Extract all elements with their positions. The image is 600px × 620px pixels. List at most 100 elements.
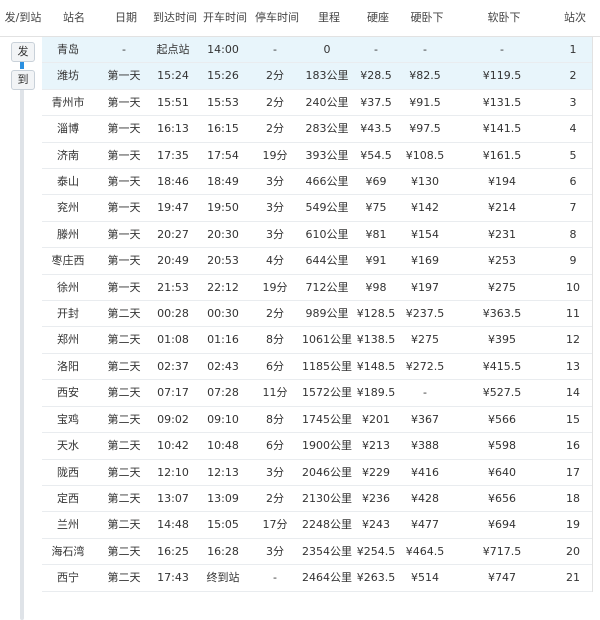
table-row[interactable]: 淄博 第一天 16:13 16:15 2分 283公里 ¥43.5 ¥97.5 ¥141.5 4 [42, 116, 592, 143]
soft-sleeper-price: ¥598 [488, 439, 516, 453]
hard-sleeper-price: ¥272.5 [405, 359, 445, 373]
soft-sleeper-price: ¥131.5 [482, 95, 522, 109]
hard-sleeper-price: ¥108.5 [405, 148, 445, 162]
hard-seat-price: ¥201 [362, 412, 390, 426]
depart-station-marker[interactable]: 发 [11, 42, 35, 62]
arrive-time: 10:42 [157, 439, 189, 453]
arrive-station-marker[interactable]: 到 [11, 70, 35, 90]
hard-sleeper-price: ¥237.5 [405, 307, 445, 321]
station-name: 兰州 [57, 518, 79, 532]
station-name: 陇西 [57, 465, 79, 479]
table-right-border [592, 36, 593, 592]
arrive-time: 18:46 [157, 175, 189, 189]
hard-seat-price: ¥263.5 [356, 571, 396, 585]
header-station: 站名 [63, 11, 85, 24]
table-row[interactable]: 西安 第二天 07:17 07:28 11分 1572公里 ¥189.5 - ¥527.5 14 [42, 380, 592, 407]
hard-seat-price: ¥81 [365, 227, 387, 241]
travel-day: 第一天 [107, 254, 141, 268]
header-soft-sleeper: 软卧下 [487, 11, 521, 24]
soft-sleeper-price: ¥527.5 [482, 386, 522, 400]
table-row[interactable]: 滕州 第一天 20:27 20:30 3分 610公里 ¥81 ¥154 ¥231 8 [42, 222, 592, 249]
arrive-time: 00:28 [157, 307, 189, 321]
stop-number: 9 [569, 254, 577, 268]
header-no: 站次 [564, 11, 586, 24]
hard-sleeper-price: ¥464.5 [405, 544, 445, 558]
travel-day: 第一天 [107, 95, 141, 109]
arrive-time: 14:48 [157, 518, 189, 532]
station-name: 郑州 [57, 333, 79, 347]
hard-seat-price: ¥254.5 [356, 544, 396, 558]
distance: 0 [323, 43, 331, 56]
depart-time: 18:49 [207, 175, 239, 189]
stop-duration: 2分 [266, 95, 284, 109]
distance: 2464公里 [302, 571, 352, 585]
stop-duration: 2分 [266, 122, 284, 136]
distance: 183公里 [305, 69, 349, 83]
stop-number: 21 [566, 571, 580, 585]
header-hard-sleeper: 硬卧下 [410, 11, 444, 24]
table-row[interactable]: 青州市 第一天 15:51 15:53 2分 240公里 ¥37.5 ¥91.5 ¥131.5 3 [42, 90, 592, 117]
station-name: 泰山 [57, 175, 79, 189]
table-row[interactable]: 宝鸡 第二天 09:02 09:10 8分 1745公里 ¥201 ¥367 ¥566 15 [42, 407, 592, 434]
table-row[interactable]: 青岛 - 起点站 14:00 - 0 - - - 1 [42, 37, 592, 64]
travel-day: 第一天 [107, 148, 141, 162]
table-row[interactable]: 天水 第二天 10:42 10:48 6分 1900公里 ¥213 ¥388 ¥598 16 [42, 433, 592, 460]
hard-seat-price: ¥138.5 [356, 333, 396, 347]
distance: 989公里 [305, 307, 349, 321]
travel-day: 第二天 [107, 333, 141, 347]
hard-sleeper-price: - [423, 386, 427, 400]
depart-time: 10:48 [207, 439, 239, 453]
hard-seat-price: ¥148.5 [356, 359, 396, 373]
hard-sleeper-price: ¥388 [411, 439, 439, 453]
depart-time: 02:43 [207, 359, 239, 373]
table-row[interactable]: 济南 第一天 17:35 17:54 19分 393公里 ¥54.5 ¥108.5 ¥161.5… [42, 143, 592, 170]
hard-sleeper-price: ¥97.5 [409, 122, 441, 136]
station-name: 徐州 [57, 280, 79, 294]
station-name: 天水 [57, 439, 79, 453]
stop-duration: 8分 [266, 412, 284, 426]
table-row[interactable]: 海石湾 第二天 16:25 16:28 3分 2354公里 ¥254.5 ¥464.5 ¥717… [42, 539, 592, 566]
table-row[interactable]: 潍坊 第一天 15:24 15:26 2分 183公里 ¥28.5 ¥82.5 ¥119.5 2 [42, 63, 592, 90]
stop-duration: 3分 [266, 201, 284, 215]
stop-number: 8 [569, 227, 577, 241]
hard-seat-price: ¥75 [365, 201, 387, 215]
stop-number: 16 [566, 439, 580, 453]
table-row[interactable]: 徐州 第一天 21:53 22:12 19分 712公里 ¥98 ¥197 ¥275 10 [42, 275, 592, 302]
table-row[interactable]: 兰州 第二天 14:48 15:05 17分 2248公里 ¥243 ¥477 ¥694 19 [42, 512, 592, 539]
soft-sleeper-price: ¥141.5 [482, 122, 522, 136]
stop-number: 3 [569, 95, 577, 109]
stop-number: 13 [566, 359, 580, 373]
table-row[interactable]: 泰山 第一天 18:46 18:49 3分 466公里 ¥69 ¥130 ¥194 6 [42, 169, 592, 196]
table-row[interactable]: 郑州 第二天 01:08 01:16 8分 1061公里 ¥138.5 ¥275 ¥395 12 [42, 327, 592, 354]
depart-time: 20:53 [207, 254, 239, 268]
hard-sleeper-price: ¥130 [411, 175, 439, 189]
depart-time: 16:15 [207, 122, 239, 136]
travel-day: 第二天 [107, 439, 141, 453]
travel-day: 第二天 [107, 307, 141, 321]
distance: 644公里 [305, 254, 349, 268]
table-row[interactable]: 枣庄西 第一天 20:49 20:53 4分 644公里 ¥91 ¥169 ¥253 9 [42, 248, 592, 275]
table-row[interactable]: 定西 第二天 13:07 13:09 2分 2130公里 ¥236 ¥428 ¥656 18 [42, 486, 592, 513]
table-row[interactable]: 开封 第二天 00:28 00:30 2分 989公里 ¥128.5 ¥237.5 ¥363.5… [42, 301, 592, 328]
stop-duration: 8分 [266, 333, 284, 347]
header-stop: 停车时间 [255, 11, 299, 24]
table-row[interactable]: 兖州 第一天 19:47 19:50 3分 549公里 ¥75 ¥142 ¥214 7 [42, 195, 592, 222]
table-row[interactable]: 洛阳 第二天 02:37 02:43 6分 1185公里 ¥148.5 ¥272.5 ¥415.… [42, 354, 592, 381]
station-name: 枣庄西 [51, 254, 85, 268]
travel-day: 第一天 [107, 69, 141, 83]
station-name: 潍坊 [57, 69, 79, 83]
distance: 1185公里 [302, 359, 352, 373]
stop-number: 18 [566, 491, 580, 505]
station-name: 海石湾 [51, 544, 85, 558]
soft-sleeper-price: ¥253 [488, 254, 516, 268]
hard-sleeper-price: ¥367 [411, 412, 439, 426]
travel-day: 第一天 [107, 227, 141, 241]
table-row[interactable]: 西宁 第二天 17:43 终到站 - 2464公里 ¥263.5 ¥514 ¥747 21 [42, 565, 592, 592]
hard-sleeper-price: ¥197 [411, 280, 439, 294]
table-row[interactable]: 陇西 第二天 12:10 12:13 3分 2046公里 ¥229 ¥416 ¥640 17 [42, 460, 592, 486]
hard-seat-price: ¥43.5 [360, 122, 392, 136]
hard-seat-price: ¥236 [362, 491, 390, 505]
stop-duration: 6分 [266, 439, 284, 453]
depart-time: 17:54 [207, 148, 239, 162]
station-name: 定西 [57, 491, 79, 505]
